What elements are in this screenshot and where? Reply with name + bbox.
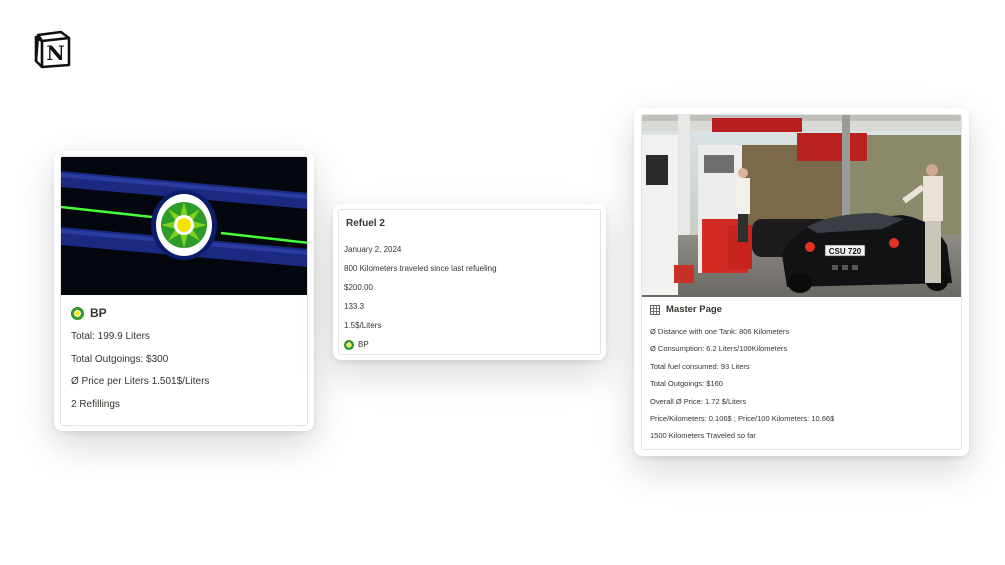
refuel-date: January 2, 2024 xyxy=(344,244,402,254)
master-avg-consumption: Ø Consumption: 6.2 Liters/100Kilometers xyxy=(650,344,788,354)
refuel-card-properties: January 2, 2024 800 Kilometers traveled … xyxy=(344,240,497,354)
bp-card-properties: Total: 199.9 Liters Total Outgoings: $30… xyxy=(71,330,209,420)
refuel-card[interactable]: Refuel 2 January 2, 2024 800 Kilometers … xyxy=(333,204,606,360)
bp-refillings: 2 Refillings xyxy=(71,398,120,410)
license-plate-text: CSU 720 xyxy=(829,247,862,256)
refuel-station-label: BP xyxy=(358,339,369,349)
master-page-card-body[interactable]: CSU 720 Master Page Ø Distance with one … xyxy=(641,114,962,450)
bp-card-title[interactable]: BP xyxy=(71,306,107,320)
bp-card[interactable]: BP Total: 199.9 Liters Total Outgoings: … xyxy=(54,151,314,431)
bp-avg-price: Ø Price per Liters 1.501$/Liters xyxy=(71,376,210,387)
master-page-title[interactable]: Master Page xyxy=(650,304,722,315)
bp-station-sign-image xyxy=(61,157,307,295)
master-avg-distance: Ø Distance with one Tank: 806 Kilometers xyxy=(650,327,790,336)
master-km-traveled: 1500 Kilometers Traveled so far xyxy=(650,431,756,441)
bp-card-title-text: BP xyxy=(90,306,107,320)
master-page-title-text: Master Page xyxy=(666,304,722,315)
refuel-liters: 133.3 xyxy=(344,301,365,311)
refuel-card-title[interactable]: Refuel 2 xyxy=(346,218,385,229)
refuel-card-body[interactable]: Refuel 2 January 2, 2024 800 Kilometers … xyxy=(338,209,601,355)
bp-logo-icon xyxy=(344,339,354,350)
notion-logo-icon: N xyxy=(34,30,71,69)
bp-card-body[interactable]: BP Total: 199.9 Liters Total Outgoings: … xyxy=(60,156,308,426)
refuel-distance: 800 Kilometers traveled since last refue… xyxy=(344,263,497,273)
refuel-amount: $200.00 xyxy=(344,282,373,292)
refuel-price: 1.5$/Liters xyxy=(344,320,382,330)
master-total-outgoings: Total Outgoings: $160 xyxy=(650,379,723,389)
master-page-card[interactable]: CSU 720 Master Page Ø Distance with one … xyxy=(634,108,969,456)
bp-total-liters: Total: 199.9 Liters xyxy=(71,331,150,342)
master-price-per-km: Price/Kilometers: 0.106$ ; Price/100 Kil… xyxy=(650,413,835,423)
bp-logo-icon xyxy=(71,306,84,320)
master-page-properties: Ø Distance with one Tank: 806 Kilometers… xyxy=(650,326,834,448)
master-total-fuel: Total fuel consumed: 93 Liters xyxy=(650,361,750,371)
bp-total-outgoings: Total Outgoings: $300 xyxy=(71,353,169,365)
gas-station-sports-car-photo: CSU 720 xyxy=(642,115,961,297)
master-overall-price: Overall Ø Price: 1.72 $/Liters xyxy=(650,396,747,406)
refuel-station-relation[interactable]: BP xyxy=(344,335,497,354)
logo-letter: N xyxy=(46,41,64,65)
table-grid-icon xyxy=(650,304,660,315)
